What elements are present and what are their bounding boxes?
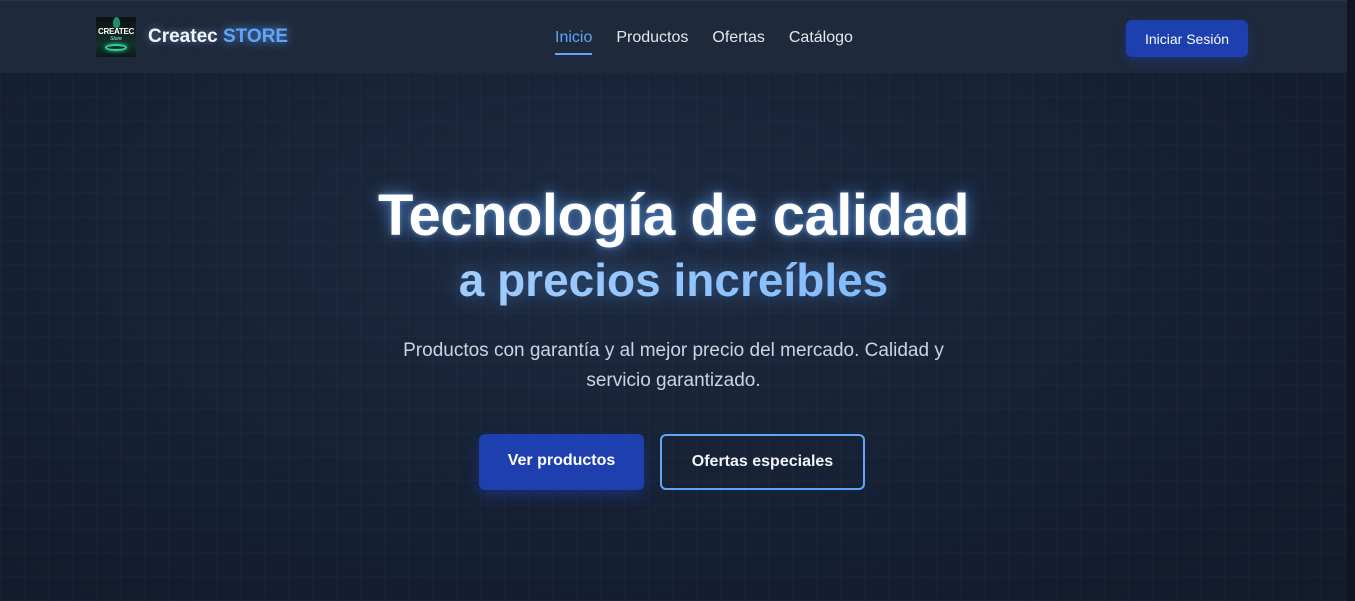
nav-link-productos[interactable]: Productos <box>616 28 688 55</box>
logo-subtext: Store <box>110 36 122 42</box>
nav-link-catalogo[interactable]: Catálogo <box>789 28 853 55</box>
brand-name-main: Createc <box>148 26 218 47</box>
hero-section: Tecnología de calidad a precios increíbl… <box>0 180 1347 396</box>
window-edge <box>1347 0 1355 601</box>
hero-subtitle: a precios increíbles <box>0 252 1347 308</box>
logo-text: CREATEC <box>98 27 134 36</box>
hero-actions: Ver productos Ofertas especiales <box>479 434 865 490</box>
nav-link-ofertas[interactable]: Ofertas <box>712 28 764 55</box>
hero-description: Productos con garantía y al mejor precio… <box>403 340 944 391</box>
view-products-button[interactable]: Ver productos <box>479 434 644 490</box>
site-header: CREATEC Store Createc STORE Inicio Produ… <box>0 0 1347 73</box>
nav-link-inicio[interactable]: Inicio <box>555 28 593 55</box>
login-button[interactable]: Iniciar Sesión <box>1126 20 1248 57</box>
page: CREATEC Store Createc STORE Inicio Produ… <box>0 0 1355 601</box>
brand[interactable]: CREATEC Store Createc STORE <box>96 17 288 57</box>
brand-name: Createc STORE <box>148 26 288 48</box>
brand-name-accent: STORE <box>223 26 289 47</box>
special-offers-button[interactable]: Ofertas especiales <box>660 434 865 490</box>
hero-title: Tecnología de calidad <box>377 183 970 248</box>
logo-ring-icon <box>105 44 127 51</box>
store-logo: CREATEC Store <box>96 17 136 57</box>
main-nav: Inicio Productos Ofertas Catálogo <box>555 28 853 55</box>
